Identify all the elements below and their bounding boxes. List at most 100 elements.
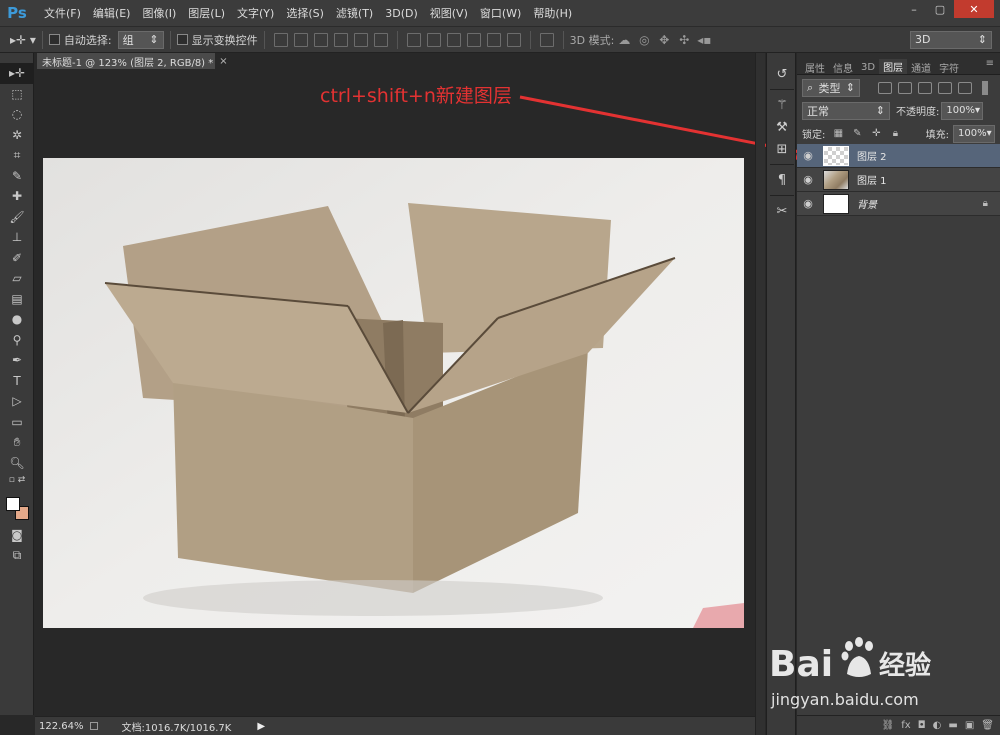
move-tool-preset-icon[interactable]: ▸✛ ▾ xyxy=(10,33,36,47)
new-layer-icon[interactable]: ▣ xyxy=(965,720,974,731)
maximize-button[interactable]: ▢ xyxy=(928,0,952,18)
menu-view[interactable]: 视图(V) xyxy=(424,5,474,21)
adjustment-layer-icon[interactable]: ◐ xyxy=(933,720,942,731)
canvas-image[interactable] xyxy=(43,158,744,628)
type-filter-icon[interactable] xyxy=(918,81,932,94)
menu-edit[interactable]: 编辑(E) xyxy=(87,5,137,21)
tab-channels[interactable]: 通道 xyxy=(907,60,935,75)
menu-window[interactable]: 窗口(W) xyxy=(474,5,527,21)
brush-panel-icon[interactable]: ⚚ xyxy=(767,94,797,116)
layer-row-2[interactable]: ◉ 图层 2 xyxy=(797,144,1000,168)
menu-filter[interactable]: 滤镜(T) xyxy=(330,5,379,21)
brush-presets-icon[interactable]: ⚒ xyxy=(767,116,797,138)
eyedropper-tool-icon[interactable]: ✎ xyxy=(0,166,34,187)
link-layers-icon[interactable]: ⛓ xyxy=(882,720,895,731)
opacity-field[interactable]: 100% ▾ xyxy=(941,101,984,120)
distribute-left-icon[interactable] xyxy=(466,32,481,47)
quick-mask-icon[interactable]: ◙ xyxy=(0,525,34,546)
lock-image-icon[interactable]: ✎ xyxy=(851,128,863,140)
screen-mode-icon[interactable]: ⧉ xyxy=(0,546,34,567)
canvas-area[interactable] xyxy=(35,69,755,715)
lock-transparent-icon[interactable]: ▦ xyxy=(832,128,844,140)
workspace-dropdown[interactable]: 3D ⇕ xyxy=(910,30,992,49)
visibility-eye-icon[interactable]: ◉ xyxy=(797,149,819,162)
blend-mode-dropdown[interactable]: 正常 ⇕ xyxy=(802,101,890,120)
menu-image[interactable]: 图像(I) xyxy=(136,5,182,21)
layer-name[interactable]: 背景 xyxy=(857,196,877,211)
drag-3d-icon[interactable]: ✥ xyxy=(657,33,671,47)
lock-all-icon[interactable]: 🔒︎ xyxy=(889,128,901,140)
menu-3d[interactable]: 3D(D) xyxy=(379,7,424,20)
document-tab[interactable]: 未标题-1 @ 123% (图层 2, RGB/8) * × xyxy=(37,53,228,69)
healing-brush-tool-icon[interactable]: ✚ xyxy=(0,186,34,207)
align-hcenter-icon[interactable] xyxy=(353,32,368,47)
tab-properties[interactable]: 属性 xyxy=(801,60,829,75)
vertical-scrollbar[interactable] xyxy=(755,53,765,735)
close-button[interactable]: ✕ xyxy=(954,0,994,18)
auto-select-dropdown[interactable]: 组 ⇕ xyxy=(117,30,164,49)
tab-character[interactable]: 字符 xyxy=(935,60,963,75)
rotate-3d-icon[interactable]: ☁ xyxy=(617,33,631,47)
align-bottom-icon[interactable] xyxy=(313,32,328,47)
fill-field[interactable]: 100% ▾ xyxy=(953,124,995,143)
slide-3d-icon[interactable]: ✣ xyxy=(677,33,691,47)
magic-wand-tool-icon[interactable]: ✲ xyxy=(0,125,34,146)
align-vcenter-icon[interactable] xyxy=(293,32,308,47)
auto-select-checkbox[interactable]: 自动选择: xyxy=(48,32,112,48)
zoom-level[interactable]: 122.64% xyxy=(39,721,84,732)
tab-layers[interactable]: 图层 xyxy=(879,59,908,74)
dodge-tool-icon[interactable]: ⚲ xyxy=(0,330,34,351)
adjustment-filter-icon[interactable] xyxy=(898,81,912,94)
show-transform-checkbox[interactable]: 显示变换控件 xyxy=(176,32,258,48)
lasso-tool-icon[interactable]: ◌ xyxy=(0,104,34,125)
distribute-hcenter-icon[interactable] xyxy=(486,32,501,47)
menu-select[interactable]: 选择(S) xyxy=(280,5,330,21)
lock-position-icon[interactable]: ✛ xyxy=(870,128,882,140)
crop-tool-icon[interactable]: ⌗ xyxy=(0,145,34,166)
clone-source-icon[interactable]: ⊞ xyxy=(767,138,797,160)
foreground-color-swatch[interactable] xyxy=(6,497,20,511)
tab-info[interactable]: 信息 xyxy=(829,60,857,75)
zoom-tool-icon[interactable]: 🔍︎ xyxy=(0,453,34,474)
add-mask-icon[interactable]: ◘ xyxy=(918,720,926,731)
pixel-filter-icon[interactable] xyxy=(878,81,892,94)
scale-3d-icon[interactable]: ◂▪ xyxy=(697,33,711,47)
move-tool-icon[interactable]: ▸✛ xyxy=(0,63,34,84)
brush-tool-icon[interactable]: 🖌︎ xyxy=(0,207,34,228)
paragraph-panel-icon[interactable]: ¶ xyxy=(767,169,797,191)
smart-object-filter-icon[interactable] xyxy=(958,81,972,94)
filter-type-dropdown[interactable]: ⌕ 类型 ⇕ xyxy=(802,78,860,97)
tool-presets-icon[interactable]: ✂ xyxy=(767,200,797,222)
distribute-right-icon[interactable] xyxy=(506,32,521,47)
gradient-tool-icon[interactable]: ▤ xyxy=(0,289,34,310)
eraser-tool-icon[interactable]: ▱ xyxy=(0,268,34,289)
distribute-bottom-icon[interactable] xyxy=(446,32,461,47)
align-left-icon[interactable] xyxy=(333,32,348,47)
swap-colors-icon[interactable]: ▫ ⇄ xyxy=(0,473,34,487)
clone-stamp-tool-icon[interactable]: ⊥ xyxy=(0,227,34,248)
distribute-vcenter-icon[interactable] xyxy=(426,32,441,47)
panel-menu-icon[interactable]: ≡ xyxy=(986,58,994,69)
rectangle-tool-icon[interactable]: ▭ xyxy=(0,412,34,433)
shape-filter-icon[interactable] xyxy=(938,81,952,94)
history-brush-tool-icon[interactable]: ✐ xyxy=(0,248,34,269)
status-menu-arrow-icon[interactable]: ▶ xyxy=(257,721,265,732)
visibility-eye-icon[interactable]: ◉ xyxy=(797,197,819,210)
hand-tool-icon[interactable]: ✋︎ xyxy=(0,432,34,453)
document-close-icon[interactable]: × xyxy=(219,56,227,67)
layer-name[interactable]: 图层 2 xyxy=(857,148,887,163)
menu-type[interactable]: 文字(Y) xyxy=(231,5,280,21)
align-top-icon[interactable] xyxy=(273,32,288,47)
layer-style-icon[interactable]: fx xyxy=(901,720,910,731)
path-selection-tool-icon[interactable]: ▷ xyxy=(0,391,34,412)
layer-row-background[interactable]: ◉ 背景 🔒︎ xyxy=(797,192,1000,216)
status-icon[interactable] xyxy=(89,722,98,730)
menu-layer[interactable]: 图层(L) xyxy=(182,5,231,21)
tab-3d[interactable]: 3D xyxy=(857,60,879,74)
marquee-tool-icon[interactable]: ⬚ xyxy=(0,84,34,105)
auto-align-icon[interactable] xyxy=(539,32,554,47)
distribute-top-icon[interactable] xyxy=(406,32,421,47)
type-tool-icon[interactable]: T xyxy=(0,371,34,392)
filter-toggle[interactable] xyxy=(982,80,988,95)
menu-help[interactable]: 帮助(H) xyxy=(527,5,578,21)
